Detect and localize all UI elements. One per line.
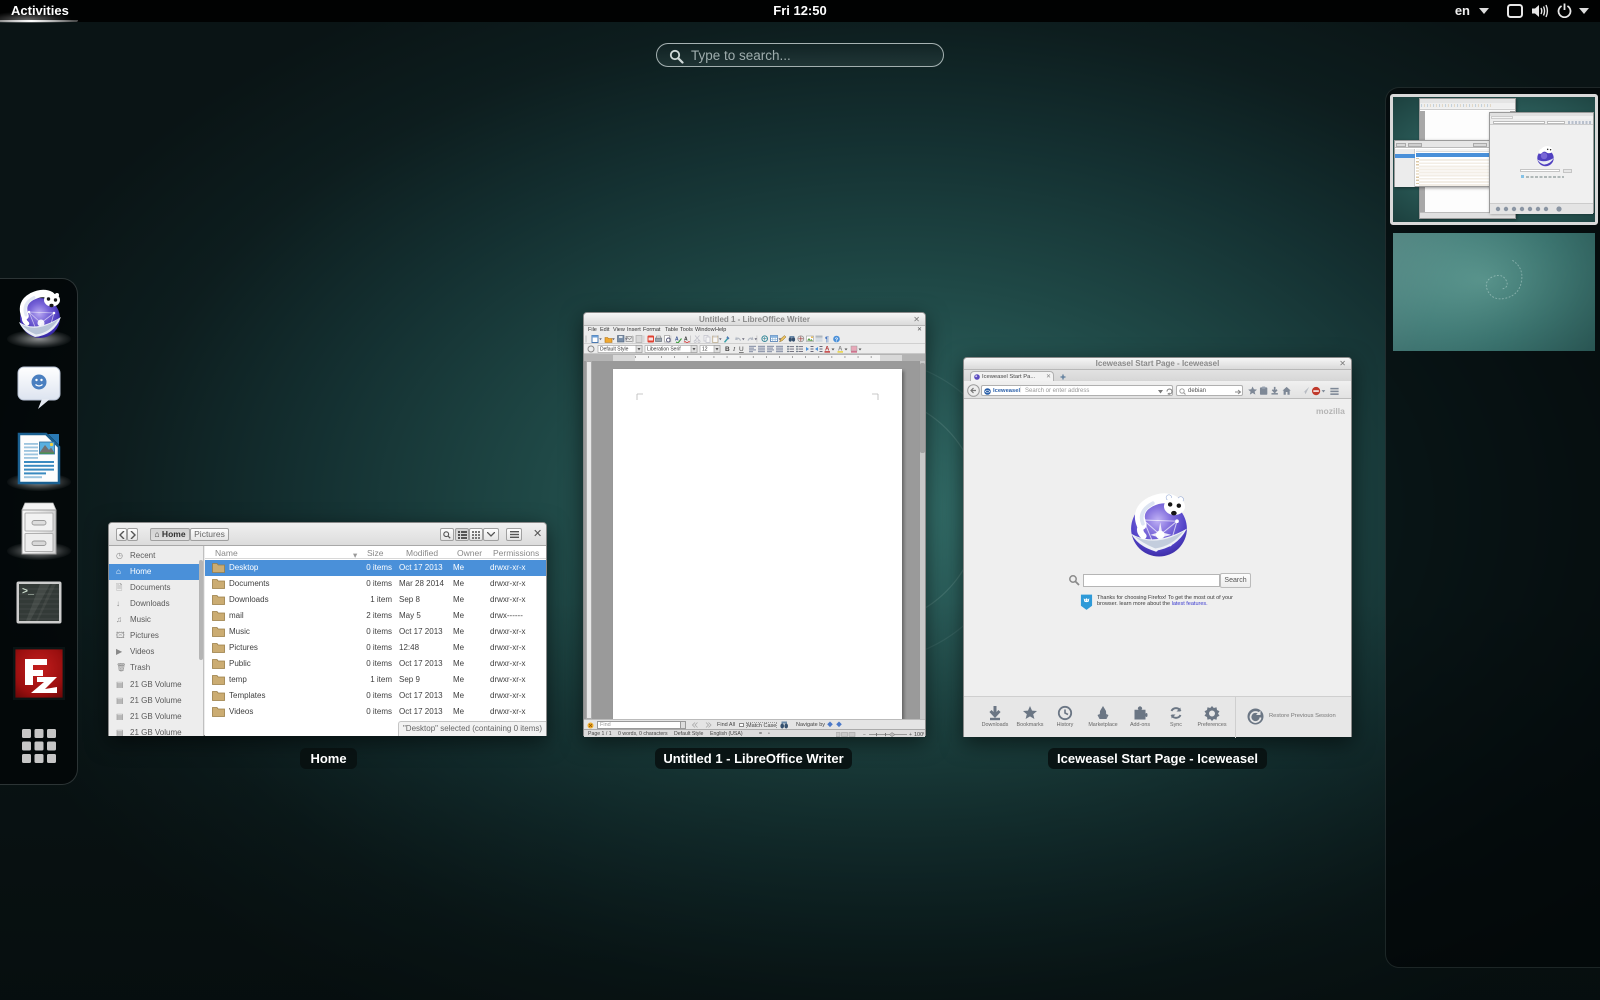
svg-text:100%: 100% xyxy=(914,732,924,737)
svg-text:I: I xyxy=(732,346,736,353)
svg-text:Default Style: Default Style xyxy=(600,347,629,353)
svg-text:−: − xyxy=(863,732,866,737)
svg-text:>_: >_ xyxy=(22,587,35,598)
svg-text:+: + xyxy=(909,732,912,737)
svg-text:U: U xyxy=(739,346,744,353)
svg-text:¶: ¶ xyxy=(825,336,829,343)
svg-text:12: 12 xyxy=(702,347,708,353)
svg-text:B: B xyxy=(725,346,730,353)
svg-text:Liberation Serif: Liberation Serif xyxy=(647,347,681,353)
